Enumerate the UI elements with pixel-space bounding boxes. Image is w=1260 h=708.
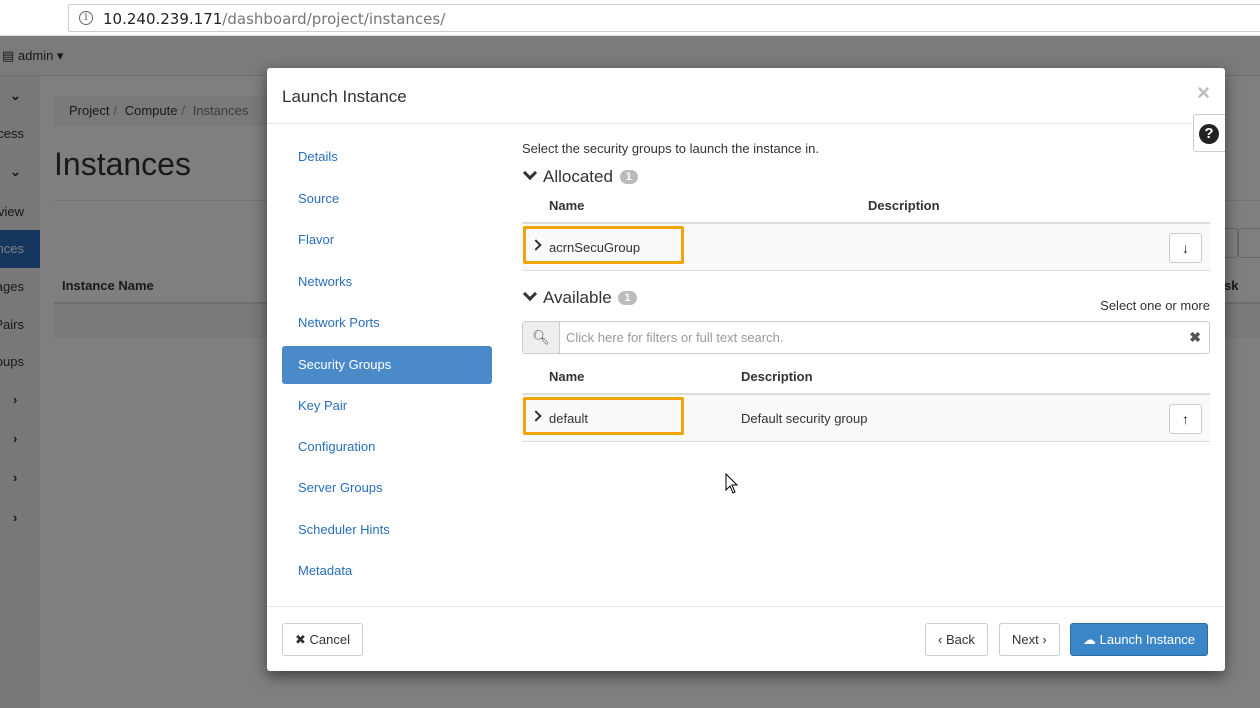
- launch-instance-button[interactable]: ☁ Launch Instance: [1070, 623, 1209, 656]
- security-group-name: acrnSecuGroup: [549, 240, 641, 255]
- modal-title: Launch Instance: [282, 87, 407, 106]
- tab-key-pair[interactable]: Key Pair: [282, 387, 492, 425]
- tab-source[interactable]: Source: [282, 180, 492, 218]
- security-group-description: Default security group: [741, 411, 868, 426]
- arrow-down-icon: ↓: [1182, 240, 1189, 256]
- cancel-button[interactable]: ✖ Cancel: [282, 623, 363, 656]
- url-text: 10.240.239.171/dashboard/project/instanc…: [103, 10, 446, 28]
- search-input[interactable]: [566, 322, 1166, 353]
- address-bar[interactable]: i 10.240.239.171/dashboard/project/insta…: [68, 4, 1260, 32]
- help-button[interactable]: ?: [1193, 114, 1225, 152]
- tab-configuration[interactable]: Configuration: [282, 428, 492, 466]
- chevron-right-icon[interactable]: [530, 410, 542, 422]
- clear-icon[interactable]: ✖: [1189, 329, 1201, 346]
- close-icon: ✖: [295, 632, 310, 647]
- launch-instance-modal: Launch Instance × ? Details Source Flavo…: [267, 68, 1225, 671]
- select-hint: Select one or more: [1100, 298, 1210, 313]
- available-label: Available: [543, 288, 612, 307]
- cloud-upload-icon: ☁: [1083, 632, 1100, 647]
- deallocate-button[interactable]: ↓: [1169, 233, 1202, 263]
- back-button[interactable]: ‹ Back: [925, 623, 988, 656]
- available-count-badge: 1: [618, 291, 637, 305]
- search-icon: 🔍︎: [523, 322, 560, 353]
- allocated-col-name: Name: [549, 198, 585, 213]
- arrow-up-icon: ↑: [1182, 411, 1189, 427]
- tab-metadata[interactable]: Metadata: [282, 552, 492, 590]
- allocated-heading[interactable]: Allocated 1: [522, 165, 638, 187]
- available-heading[interactable]: Available 1: [522, 286, 637, 308]
- chevron-down-icon: [522, 286, 538, 302]
- chevron-right-icon: ›: [1038, 632, 1047, 647]
- allocated-col-description: Description: [868, 198, 940, 213]
- table-row: acrnSecuGroup ↓: [522, 224, 1210, 271]
- available-col-name: Name: [549, 369, 585, 384]
- tab-server-groups[interactable]: Server Groups: [282, 469, 492, 507]
- question-icon: ?: [1199, 124, 1219, 144]
- available-col-description: Description: [741, 369, 813, 384]
- allocated-count-badge: 1: [619, 170, 638, 184]
- browser-toolbar: i 10.240.239.171/dashboard/project/insta…: [0, 0, 1260, 36]
- allocated-label: Allocated: [543, 167, 613, 186]
- next-button[interactable]: Next ›: [999, 623, 1060, 656]
- info-icon[interactable]: i: [79, 11, 93, 25]
- tab-security-groups[interactable]: Security Groups: [282, 346, 492, 384]
- modal-footer: ✖ Cancel ‹ Back Next › ☁ Launch Instance: [267, 606, 1225, 671]
- chevron-left-icon: ‹: [938, 632, 946, 647]
- chevron-down-icon: [522, 165, 538, 181]
- intro-text: Select the security groups to launch the…: [522, 141, 820, 156]
- search-bar: 🔍︎ ✖: [522, 321, 1210, 354]
- tab-flavor[interactable]: Flavor: [282, 221, 492, 259]
- table-row: default Default security group ↑: [522, 395, 1210, 442]
- chevron-right-icon[interactable]: [530, 239, 542, 251]
- security-group-name: default: [549, 411, 589, 426]
- next-label: Next: [1012, 632, 1039, 647]
- close-icon[interactable]: ×: [1197, 80, 1210, 106]
- tab-network-ports[interactable]: Network Ports: [282, 304, 492, 342]
- back-label: Back: [945, 632, 975, 647]
- modal-header: Launch Instance ×: [267, 68, 1225, 124]
- mouse-cursor-icon: [725, 473, 739, 494]
- cancel-label: Cancel: [309, 632, 350, 647]
- tab-networks[interactable]: Networks: [282, 263, 492, 301]
- tab-details[interactable]: Details: [282, 138, 492, 176]
- allocate-button[interactable]: ↑: [1169, 404, 1202, 434]
- launch-label: Launch Instance: [1099, 632, 1196, 647]
- tab-scheduler-hints[interactable]: Scheduler Hints: [282, 511, 492, 549]
